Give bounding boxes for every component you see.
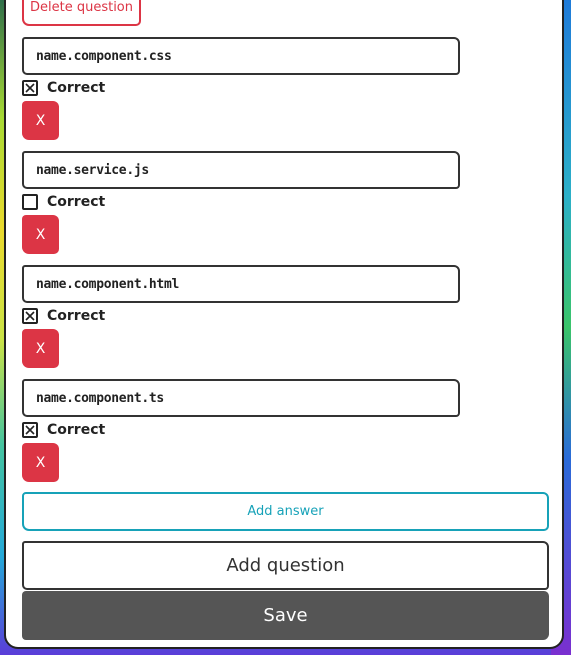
question-editor: Delete question name.component.css Corre… [0, 0, 571, 655]
answer-input[interactable]: name.service.js [22, 151, 460, 189]
remove-answer-button[interactable]: X [22, 443, 59, 482]
correct-label: Correct [47, 308, 106, 324]
correct-label: Correct [47, 194, 106, 210]
answer-input[interactable]: name.component.ts [22, 379, 460, 417]
add-answer-button[interactable]: Add answer [22, 492, 549, 531]
add-question-button[interactable]: Add question [22, 541, 549, 590]
delete-question-button[interactable]: Delete question [22, 0, 141, 26]
correct-row: Correct [22, 421, 105, 439]
correct-row: Correct [22, 193, 105, 211]
remove-answer-button[interactable]: X [22, 215, 59, 254]
correct-checkbox[interactable] [22, 422, 38, 438]
save-button[interactable]: Save [22, 591, 549, 640]
answer-input[interactable]: name.component.css [22, 37, 460, 75]
correct-row: Correct [22, 79, 105, 97]
remove-answer-button[interactable]: X [22, 329, 59, 368]
correct-label: Correct [47, 80, 106, 96]
correct-label: Correct [47, 422, 106, 438]
checkmark-icon [25, 83, 35, 93]
correct-checkbox[interactable] [22, 194, 38, 210]
checkmark-icon [25, 311, 35, 321]
correct-row: Correct [22, 307, 105, 325]
correct-checkbox[interactable] [22, 80, 38, 96]
checkmark-icon [25, 425, 35, 435]
remove-answer-button[interactable]: X [22, 101, 59, 140]
correct-checkbox[interactable] [22, 308, 38, 324]
answer-input[interactable]: name.component.html [22, 265, 460, 303]
